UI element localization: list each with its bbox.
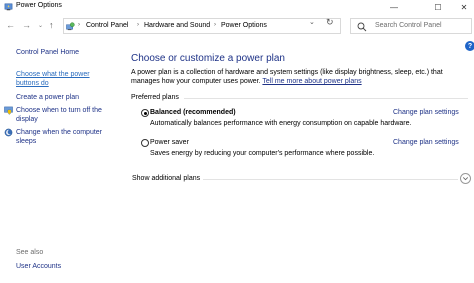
power-saver-plan-desc: Saves energy by reducing your computer's… (150, 150, 375, 157)
breadcrumb-separator: › (214, 22, 216, 28)
balanced-plan-desc: Automatically balances performance with … (150, 120, 412, 127)
sidebar: Control Panel Home Choose what the power… (0, 36, 124, 283)
change-sleep-link[interactable]: Change when the computer (16, 128, 102, 137)
control-panel-home-link[interactable]: Control Panel Home (16, 48, 79, 57)
power-saver-change-settings-link[interactable]: Change plan settings (393, 139, 459, 146)
page-title: Choose or customize a power plan (131, 53, 285, 64)
shield-icon (4, 106, 13, 115)
help-button[interactable]: ? (465, 41, 474, 51)
search-placeholder: Search Control Panel (375, 22, 442, 29)
power-saver-radio[interactable] (141, 139, 149, 147)
turn-off-display-link-line2[interactable]: display (16, 115, 38, 124)
see-also-label: See also (16, 249, 44, 256)
breadcrumb-control-panel[interactable]: Control Panel (86, 22, 128, 29)
search-icon (357, 22, 367, 32)
breadcrumb-separator: › (137, 22, 139, 28)
main-content: Choose or customize a power plan A power… (124, 36, 474, 283)
chevron-down-icon (462, 177, 469, 181)
window-title: Power Options (16, 2, 62, 9)
recent-locations-button[interactable]: ⌄ (38, 22, 43, 29)
choose-power-buttons-link-line2[interactable]: buttons do (16, 79, 49, 88)
power-saver-plan-name[interactable]: Power saver (150, 139, 189, 146)
show-additional-plans-label[interactable]: Show additional plans (132, 175, 200, 182)
balanced-change-settings-link[interactable]: Change plan settings (393, 109, 459, 116)
back-button[interactable]: ← (6, 20, 15, 30)
change-sleep-link-line2[interactable]: sleeps (16, 137, 36, 146)
address-box[interactable]: › Control Panel › Hardware and Sound › P… (63, 18, 341, 34)
address-dropdown-button[interactable]: ⌄ (309, 18, 315, 26)
breadcrumb-hardware-and-sound[interactable]: Hardware and Sound (144, 22, 210, 29)
show-more-divider (203, 179, 458, 180)
plan-description: A power plan is a collection of hardware… (131, 68, 471, 86)
forward-button[interactable]: → (22, 20, 31, 30)
user-accounts-link[interactable]: User Accounts (16, 262, 61, 271)
refresh-button[interactable]: ↻ (326, 17, 334, 28)
preferred-plans-label: Preferred plans (131, 94, 179, 101)
maximize-icon: ☐ (434, 2, 442, 12)
minimize-icon: — (390, 2, 398, 12)
expand-additional-plans-button[interactable] (460, 173, 471, 184)
minimize-button[interactable]: — (380, 0, 408, 14)
group-divider (184, 98, 468, 99)
close-icon: ✕ (460, 2, 468, 12)
title-bar: Power Options — ☐ ✕ (0, 0, 474, 14)
close-button[interactable]: ✕ (450, 0, 474, 14)
balanced-plan-name[interactable]: Balanced (recommended) (150, 109, 236, 116)
up-button[interactable]: ↑ (49, 20, 54, 30)
choose-power-buttons-link[interactable]: Choose what the power (16, 70, 90, 79)
balanced-radio[interactable] (141, 109, 149, 117)
turn-off-display-link[interactable]: Choose when to turn off the (16, 106, 102, 115)
create-power-plan-link[interactable]: Create a power plan (16, 93, 79, 102)
maximize-button[interactable]: ☐ (424, 0, 452, 14)
tell-me-more-link[interactable]: Tell me more about power plans (262, 78, 361, 85)
breadcrumb-separator: › (78, 22, 80, 28)
address-bar: ← → ⌄ ↑ › Control Panel › Hardware and S… (0, 16, 474, 36)
breadcrumb-power-options[interactable]: Power Options (221, 22, 267, 29)
moon-globe-icon (4, 128, 13, 137)
control-panel-icon (66, 22, 75, 31)
power-options-icon (4, 3, 13, 11)
search-box[interactable]: Search Control Panel (350, 18, 472, 34)
